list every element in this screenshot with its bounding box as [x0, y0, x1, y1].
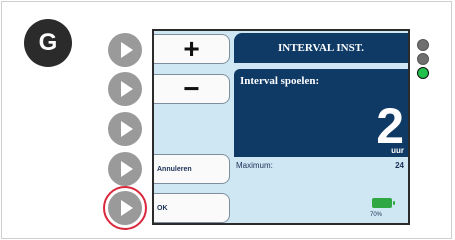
status-led-1	[417, 39, 429, 51]
softkey-4-arrow-icon[interactable]	[108, 152, 142, 186]
status-led-3	[417, 67, 429, 79]
step-badge: G	[24, 19, 72, 67]
battery-percent: 70%	[370, 212, 383, 218]
interval-value: 2	[376, 98, 404, 154]
instruction-frame: G + − Annuleren OK INTERVAL INST. Interv…	[1, 1, 452, 239]
ok-button[interactable]: OK	[154, 193, 230, 223]
plus-button[interactable]: +	[154, 34, 230, 64]
softkey-3-arrow-icon[interactable]	[108, 112, 142, 146]
screen-title: INTERVAL INST.	[234, 33, 408, 63]
maximum-row: Maximum: 24	[234, 161, 404, 173]
minus-button[interactable]: −	[154, 74, 230, 104]
interval-label: Interval spoelen:	[240, 75, 320, 87]
cancel-button[interactable]: Annuleren	[154, 154, 230, 184]
status-led-2	[417, 53, 429, 65]
softkey-2-arrow-icon[interactable]	[108, 72, 142, 106]
device-display: + − Annuleren OK INTERVAL INST. Interval…	[152, 29, 410, 225]
interval-unit: uur	[391, 146, 404, 155]
softkey-1-arrow-icon[interactable]	[108, 33, 142, 67]
maximum-value: 24	[395, 161, 404, 170]
interval-panel: Interval spoelen: 2 uur	[234, 69, 408, 157]
maximum-label: Maximum:	[236, 161, 273, 170]
battery-icon	[372, 198, 395, 208]
highlight-ring	[103, 186, 147, 230]
